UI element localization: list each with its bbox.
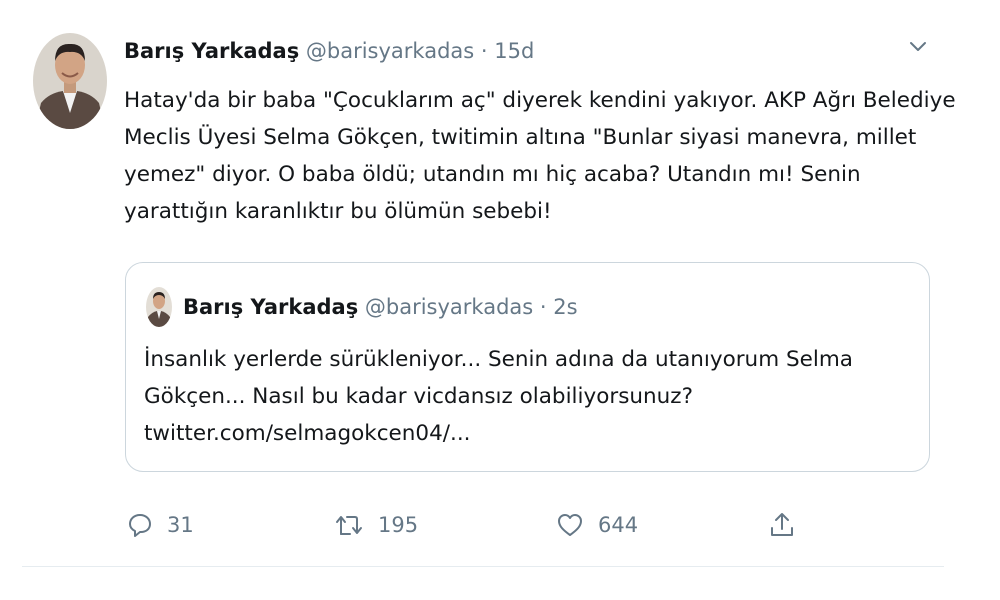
quoted-header: Barış Yarkadaş @barisyarkadas · 2s	[183, 293, 578, 321]
action-bar: 31 195 644	[124, 505, 804, 545]
avatar[interactable]	[33, 33, 107, 129]
chevron-down-icon	[910, 42, 926, 51]
quoted-text: İnsanlık yerlerde sürükleniyor... Senin …	[144, 341, 924, 452]
heart-icon	[558, 514, 582, 536]
quoted-author-name[interactable]: Barış Yarkadaş	[183, 295, 358, 319]
reply-button[interactable]: 31	[127, 505, 194, 545]
tweet: Barış Yarkadaş @barisyarkadas · 15d Hata…	[0, 0, 1000, 600]
quoted-text-line: Gökçen... Nasıl bu kadar vicdansız olabi…	[144, 384, 693, 409]
quoted-author-handle[interactable]: @barisyarkadas	[365, 295, 533, 319]
separator: ·	[539, 295, 547, 319]
tweet-text: Hatay'da bir baba "Çocuklarım aç" diyere…	[124, 82, 956, 230]
retweet-icon	[336, 516, 362, 535]
quoted-timestamp[interactable]: 2s	[553, 295, 577, 319]
tweet-text-line: Meclis Üyesi Selma Gökçen, twitimin altı…	[124, 125, 917, 150]
avatar-photo	[33, 33, 107, 129]
quoted-tweet[interactable]: Barış Yarkadaş @barisyarkadas · 2s İnsan…	[125, 262, 930, 472]
reply-icon	[129, 514, 151, 537]
tweet-text-line: Hatay'da bir baba "Çocuklarım aç" diyere…	[124, 88, 956, 113]
quoted-link[interactable]: twitter.com/selmagokcen04/...	[144, 415, 924, 452]
more-options-button[interactable]	[905, 36, 931, 58]
reply-count: 31	[167, 513, 194, 537]
like-button[interactable]: 644	[556, 505, 638, 545]
timestamp[interactable]: 15d	[494, 39, 534, 63]
quoted-avatar[interactable]	[146, 287, 172, 327]
author-name[interactable]: Barış Yarkadaş	[124, 39, 299, 63]
tweet-text-line: yarattığın karanlıktır bu ölümün sebebi!	[124, 199, 552, 224]
divider	[22, 566, 944, 567]
retweet-button[interactable]: 195	[334, 505, 418, 545]
like-count: 644	[598, 513, 639, 537]
retweet-count: 195	[378, 513, 419, 537]
tweet-text-line: yemez" diyor. O baba öldü; utandın mı hi…	[124, 162, 861, 187]
share-button[interactable]	[768, 505, 796, 545]
avatar-photo	[146, 287, 172, 327]
separator: ·	[480, 39, 488, 63]
tweet-header: Barış Yarkadaş @barisyarkadas · 15d	[124, 37, 534, 65]
author-handle[interactable]: @barisyarkadas	[306, 39, 474, 63]
share-icon	[771, 513, 793, 536]
quoted-text-line: İnsanlık yerlerde sürükleniyor... Senin …	[144, 347, 853, 372]
